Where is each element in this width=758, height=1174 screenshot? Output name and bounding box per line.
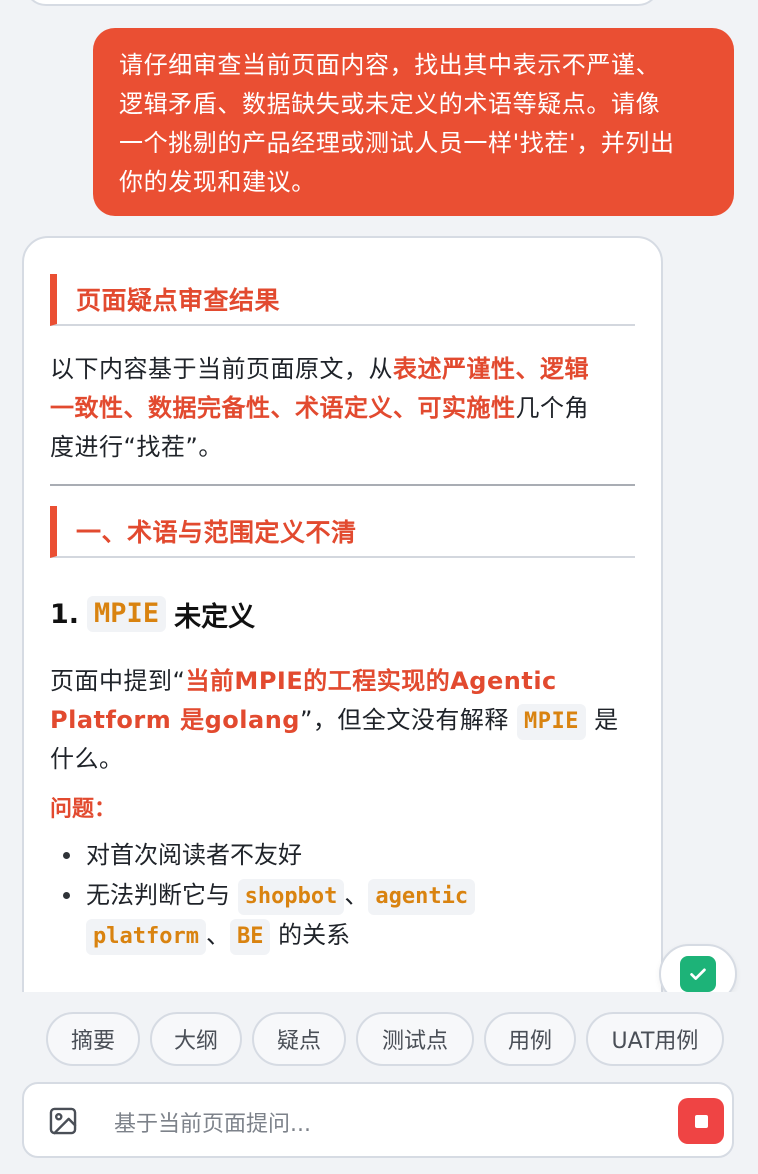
quick-action-test-cases[interactable]: 用例 — [484, 1012, 576, 1066]
quick-action-test-points[interactable]: 测试点 — [356, 1012, 474, 1066]
list-item-text: 对首次阅读者不友好 — [86, 841, 302, 869]
inline-code: shopbot — [237, 879, 345, 915]
list-item-text: 无法判断它与 — [86, 881, 230, 909]
quick-action-issues[interactable]: 疑点 — [252, 1012, 346, 1066]
inline-code: BE — [229, 919, 271, 955]
issue-list: 对首次阅读者不友好 无法判断它与 shopbot、 agentic platfor… — [50, 835, 635, 955]
image-icon[interactable] — [46, 1104, 80, 1138]
user-message-line: 你的发现和建议。 — [119, 168, 316, 196]
item-paragraph: 页面中提到“当前MPIE的工程实现的Agentic Platform 是gola… — [50, 662, 635, 779]
inline-code: platform — [86, 919, 206, 955]
intro-text: 以下内容基于当前页面原文，从 — [50, 355, 393, 383]
list-item: 无法判断它与 shopbot、 agentic platform、 BE 的关系 — [50, 875, 635, 955]
message-input[interactable]: 基于当前页面提问... — [114, 1106, 311, 1138]
intro-text: 度进行“找茬”。 — [50, 433, 223, 461]
intro-text: 几个角 — [515, 394, 589, 422]
paragraph-text: 页面中提到“ — [50, 667, 186, 695]
paragraph-text: 什么。 — [50, 745, 124, 773]
quick-actions: 摘要 大纲 疑点 测试点 用例 UAT用例 — [46, 1012, 724, 1066]
issue-label: 问题： — [50, 797, 117, 822]
previous-message-card — [24, 0, 660, 6]
user-message-line: 请仔细审查当前页面内容，找出其中表示不严谨、 — [119, 51, 661, 79]
quick-action-uat-cases[interactable]: UAT用例 — [586, 1012, 724, 1066]
paragraph-text: ”，但全文没有解释 — [299, 706, 509, 734]
inline-code: MPIE — [517, 704, 587, 740]
section-title: 一、术语与范围定义不清 — [50, 506, 635, 558]
user-message-bubble: 请仔细审查当前页面内容，找出其中表示不严谨、 逻辑矛盾、数据缺失或未定义的术语等… — [93, 28, 734, 216]
inline-code: MPIE — [87, 596, 167, 632]
quick-action-summary[interactable]: 摘要 — [46, 1012, 140, 1066]
list-item-text: 、 — [205, 921, 230, 949]
message-input-box[interactable]: 基于当前页面提问... — [22, 1082, 734, 1158]
user-message-line: 逻辑矛盾、数据缺失或未定义的术语等疑点。请像 — [119, 90, 661, 118]
item-title-suffix: 未定义 — [174, 601, 256, 633]
stop-button[interactable] — [678, 1098, 724, 1144]
list-item-text: 、 — [344, 881, 369, 909]
chat-area: 请仔细审查当前页面内容，找出其中表示不严谨、 逻辑矛盾、数据缺失或未定义的术语等… — [0, 0, 758, 992]
stop-icon — [694, 1114, 708, 1128]
divider — [50, 484, 635, 486]
quick-action-outline[interactable]: 大纲 — [150, 1012, 242, 1066]
composer-area: 摘要 大纲 疑点 测试点 用例 UAT用例 基于当前页面提问... — [0, 992, 758, 1174]
quoted-highlight: 当前MPIE的工程实现的Agentic — [185, 667, 557, 695]
intro-highlight: 表述严谨性、逻辑 — [393, 355, 589, 383]
intro-highlight: 一致性、数据完备性、术语定义、可实施性 — [50, 394, 516, 422]
paragraph-text: 是 — [594, 706, 619, 734]
quoted-highlight: Platform 是golang — [50, 706, 300, 734]
item-number: 1. — [50, 598, 80, 630]
assistant-message-card: 页面疑点审查结果 以下内容基于当前页面原文，从表述严谨性、逻辑 一致性、数据完备… — [22, 236, 663, 992]
list-item-text: 的关系 — [278, 921, 351, 949]
response-intro: 以下内容基于当前页面原文，从表述严谨性、逻辑 一致性、数据完备性、术语定义、可实… — [50, 350, 635, 467]
user-message-line: 一个挑剔的产品经理或测试人员一样'找茬'，并列出 — [119, 129, 675, 157]
item-heading: 1. MPIE 未定义 — [50, 588, 635, 640]
response-title: 页面疑点审查结果 — [50, 274, 635, 326]
list-item: 对首次阅读者不友好 — [50, 835, 635, 875]
inline-code: agentic — [368, 879, 476, 915]
check-icon — [680, 956, 716, 992]
